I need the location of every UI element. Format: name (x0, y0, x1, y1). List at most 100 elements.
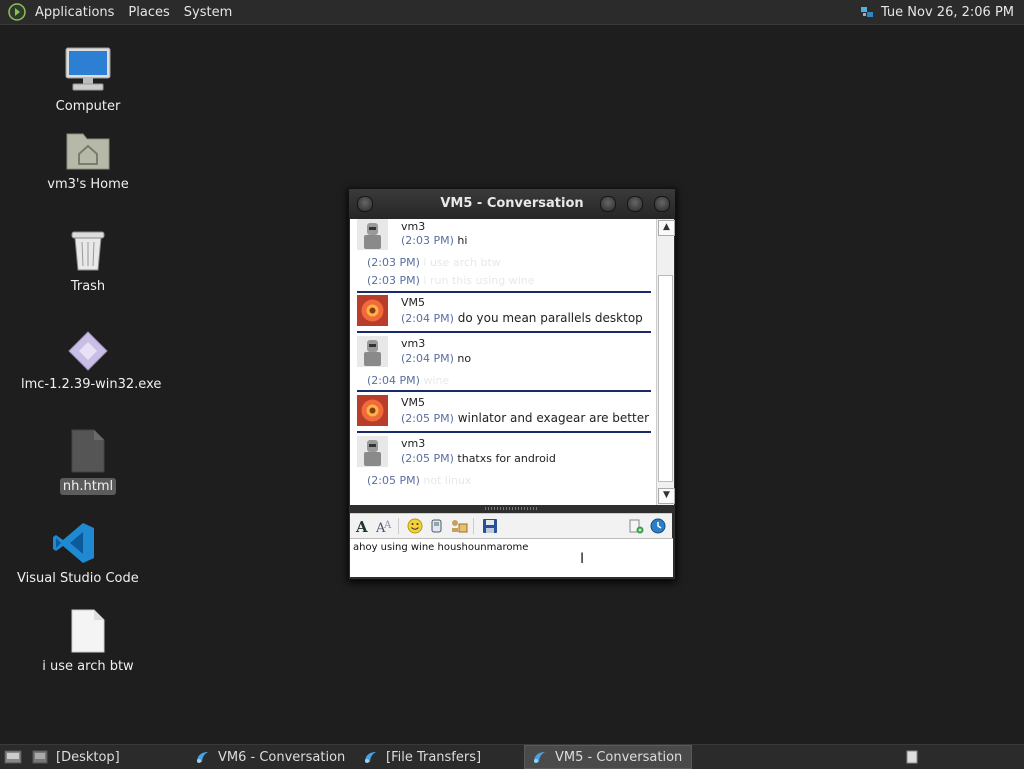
vm3-avatar (357, 436, 388, 467)
desktop-icon-label: i use arch btw (42, 659, 134, 674)
timestamp: (2:04 PM) (401, 312, 454, 325)
message-divider (357, 431, 651, 433)
desktop-icon-label: Computer (55, 99, 121, 114)
timestamp: (2:05 PM) (401, 412, 454, 425)
text-cursor-icon: I (580, 551, 585, 567)
vm3-avatar (357, 219, 388, 250)
desktop-icon-label: vm3's Home (47, 177, 129, 192)
history-icon[interactable] (648, 516, 668, 536)
timestamp: (2:05 PM) (401, 452, 454, 465)
taskbar-item-vm6-conversation[interactable]: VM6 - Conversation (188, 746, 356, 768)
scroll-up-icon[interactable]: ▲ (658, 220, 675, 236)
message-line: (2:04 PM) no (401, 352, 471, 365)
message-line: (2:05 PM) winlator and exagear are bette… (401, 411, 649, 425)
sender-name: vm3 (401, 220, 426, 233)
text-file-icon (71, 609, 105, 653)
desktop-icon-label: Trash (70, 279, 106, 294)
sender-name: vm3 (401, 437, 426, 450)
chat-history[interactable]: vm3 (2:03 PM) hi (2:03 PM) i use arch bt… (350, 219, 656, 505)
message-divider (357, 291, 651, 293)
message-text: i use arch btw (423, 256, 501, 269)
taskbar-item-label: [File Transfers] (386, 749, 482, 765)
distro-logo-icon[interactable] (8, 3, 26, 21)
places-menu[interactable]: Places (121, 5, 176, 20)
svg-text:A: A (355, 518, 368, 534)
message-divider (357, 331, 651, 333)
desktop-icon-label: Visual Studio Code (17, 571, 139, 586)
invite-icon[interactable] (626, 516, 646, 536)
sender-name: VM5 (401, 296, 426, 309)
timestamp: (2:05 PM) (367, 474, 420, 487)
desktop-icon-vscode[interactable]: Visual Studio Code (14, 520, 139, 587)
minimize-button[interactable] (600, 196, 616, 212)
message-text: no (457, 352, 472, 365)
toolbar-separator (398, 518, 399, 534)
desktop-icon-computer[interactable]: Computer (38, 44, 138, 115)
scroll-down-icon[interactable]: ▼ (658, 488, 675, 504)
emoticon-icon[interactable] (405, 516, 425, 536)
text-color-icon[interactable]: AA (374, 516, 394, 536)
vscode-icon (53, 523, 94, 563)
vm5-avatar (357, 295, 388, 326)
timestamp: (2:03 PM) (367, 274, 420, 287)
computer-icon (65, 47, 111, 91)
taskbar-item-label: VM6 - Conversation (218, 749, 346, 765)
bottom-taskbar: [Desktop] VM6 - Conversation [File Trans… (0, 744, 1024, 769)
taskbar-item-file-transfers[interactable]: [File Transfers] (356, 746, 524, 768)
network-icon[interactable] (859, 4, 875, 20)
tray: Tue Nov 26, 2:06 PM (859, 0, 1014, 24)
desktop-icon-home[interactable]: vm3's Home (38, 128, 138, 193)
conversation-window[interactable]: VM5 - Conversation vm3 (2:03 PM) hi (2:0… (348, 188, 676, 580)
chat-app-icon (534, 752, 545, 763)
taskbar-item-desktop[interactable]: [Desktop] (26, 746, 188, 768)
message-line: (2:04 PM) do you mean parallels desktop (401, 311, 643, 325)
message-text: thatxs for android (457, 452, 556, 465)
save-icon[interactable] (480, 516, 500, 536)
exe-file-icon (68, 331, 108, 371)
applications-menu[interactable]: Applications (28, 5, 121, 20)
chat-scrollbar[interactable]: ▲ ▼ (656, 219, 675, 505)
show-desktop-icon (4, 750, 22, 764)
format-toolbar: A AA (350, 513, 672, 538)
clock[interactable]: Tue Nov 26, 2:06 PM (881, 5, 1014, 20)
show-desktop-button[interactable] (0, 746, 26, 768)
system-menu[interactable]: System (177, 5, 239, 20)
message-line: (2:04 PM) wine (367, 374, 449, 387)
message-line: (2:05 PM) thatxs for android (401, 452, 556, 465)
font-icon[interactable]: A (352, 516, 372, 536)
message-text: hi (457, 234, 468, 247)
message-input[interactable]: ahoy using wine houshounmarome (350, 539, 671, 575)
maximize-button[interactable] (627, 196, 643, 212)
message-input-area[interactable]: ahoy using wine houshounmarome I (350, 538, 673, 577)
scrollbar-thumb[interactable] (658, 275, 673, 482)
nudge-icon[interactable] (427, 516, 447, 536)
desktop-icon-trash[interactable]: Trash (38, 228, 138, 295)
window-titlebar[interactable]: VM5 - Conversation (349, 189, 675, 219)
pane-resize-handle[interactable] (485, 507, 537, 510)
timestamp: (2:03 PM) (367, 256, 420, 269)
workspace-switcher[interactable] (900, 746, 924, 768)
message-line: (2:03 PM) hi (401, 234, 467, 247)
home-folder-icon (66, 133, 110, 170)
message-line: (2:03 PM) i run this using wine (367, 274, 535, 287)
message-line: (2:03 PM) i use arch btw (367, 256, 501, 269)
message-text: not linux (423, 474, 472, 487)
taskbar-item-label: [Desktop] (56, 749, 120, 765)
send-file-icon[interactable] (449, 516, 469, 536)
message-text: wine (423, 374, 450, 387)
desktop-icon-textfile[interactable]: i use arch btw (38, 608, 138, 675)
html-file-icon (71, 429, 105, 473)
close-button[interactable] (654, 196, 670, 212)
desktop-icon-label: nh.html (59, 478, 117, 495)
taskbar-item-vm5-conversation[interactable]: VM5 - Conversation (524, 745, 692, 769)
folder-icon (32, 750, 48, 764)
desktop-icon-nh-html[interactable]: nh.html (38, 428, 138, 495)
desktop-icon-exe[interactable]: lmc-1.2.39-win32.exe (18, 330, 161, 393)
workspace-icon (906, 750, 918, 764)
svg-text:A: A (383, 520, 392, 531)
sender-name: VM5 (401, 396, 426, 409)
top-panel: Applications Places System Tue Nov 26, 2… (0, 0, 1024, 25)
message-line: (2:05 PM) not linux (367, 474, 471, 487)
taskbar-item-label: VM5 - Conversation (555, 749, 683, 765)
timestamp: (2:03 PM) (401, 234, 454, 247)
